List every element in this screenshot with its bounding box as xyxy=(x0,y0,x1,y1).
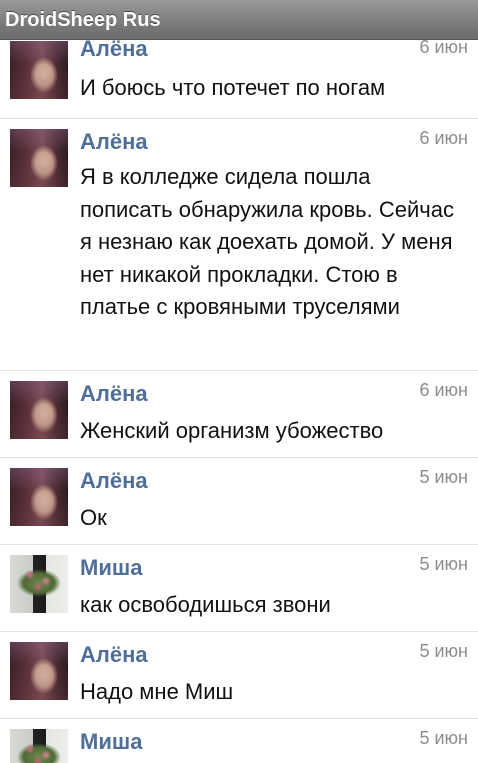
sender-avatar xyxy=(10,381,68,439)
sender-name: Миша xyxy=(80,555,143,580)
sender-name: Алёна xyxy=(80,40,148,61)
message-item[interactable]: Алёна 5 июн Надо мне Миш xyxy=(0,632,478,719)
sender-name: Алёна xyxy=(80,381,148,406)
message-item[interactable]: Миша 5 июн как освободишься звони xyxy=(0,545,478,632)
sender-avatar xyxy=(10,555,68,613)
message-text: И боюсь что потечет по ногам xyxy=(80,75,386,100)
message-text: как освободишься звони xyxy=(80,592,331,617)
sender-name: Алёна xyxy=(80,129,148,154)
message-list[interactable]: Алёна 6 июн И боюсь что потечет по ногам… xyxy=(0,40,478,763)
message-text: Я в колледже сидела пошла пописать обнар… xyxy=(80,164,454,319)
message-date: 6 июн xyxy=(419,40,468,57)
message-date: 5 июн xyxy=(419,467,468,487)
sender-avatar xyxy=(10,642,68,700)
message-item[interactable]: Алёна 6 июн Женский организм убожество xyxy=(0,371,478,458)
title-bar: DroidSheep Rus xyxy=(0,0,478,40)
message-text: Женский организм убожество xyxy=(80,418,384,443)
sender-avatar xyxy=(10,129,68,187)
message-date: 6 июн xyxy=(419,380,468,400)
message-item[interactable]: Алёна 6 июн И боюсь что потечет по ногам xyxy=(0,40,478,119)
sender-avatar xyxy=(10,729,68,763)
message-text: Ок xyxy=(80,505,107,530)
sender-name: Алёна xyxy=(80,468,148,493)
message-item[interactable]: Алёна 5 июн Ок xyxy=(0,458,478,545)
sender-avatar xyxy=(10,468,68,526)
sender-name: Алёна xyxy=(80,642,148,667)
message-item[interactable]: Алёна 6 июн Я в колледже сидела пошла по… xyxy=(0,119,478,371)
message-date: 6 июн xyxy=(419,128,468,148)
sender-avatar xyxy=(10,41,68,99)
app-title: DroidSheep Rus xyxy=(5,9,161,31)
message-date: 5 июн xyxy=(419,554,468,574)
message-item[interactable]: Миша 5 июн xyxy=(0,719,478,763)
message-date: 5 июн xyxy=(419,641,468,661)
sender-name: Миша xyxy=(80,729,143,754)
message-date: 5 июн xyxy=(419,728,468,748)
message-text: Надо мне Миш xyxy=(80,679,234,704)
